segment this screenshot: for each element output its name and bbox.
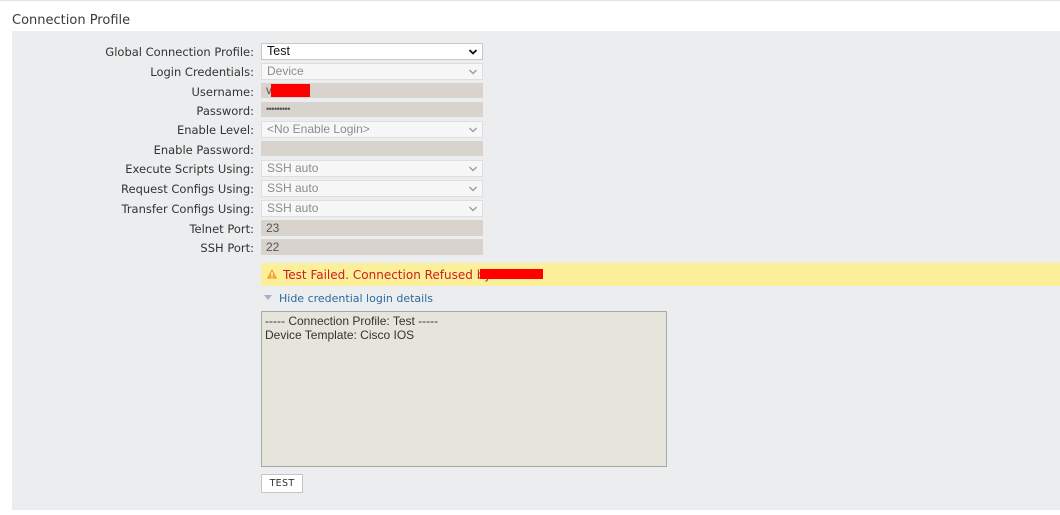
- chevron-down-icon: [468, 166, 478, 172]
- top-divider: [0, 0, 1060, 1]
- transfer-configs-label: Transfer Configs Using:: [121, 202, 254, 216]
- chevron-down-icon: [468, 186, 478, 192]
- log-line: ----- Connection Profile: Test -----: [265, 314, 439, 328]
- ssh-port-value: 22: [266, 240, 280, 254]
- username-label: Username:: [191, 85, 255, 99]
- telnet-port-value: 23: [266, 221, 280, 235]
- execute-scripts-row: Execute Scripts Using: SSH auto: [12, 160, 1060, 178]
- password-field[interactable]: •••••••••: [261, 102, 483, 117]
- password-value: •••••••••: [266, 104, 290, 114]
- global-profile-select[interactable]: Test: [261, 43, 483, 60]
- execute-scripts-label: Execute Scripts Using:: [125, 162, 254, 176]
- request-configs-value: SSH auto: [267, 181, 319, 195]
- global-profile-row: Global Connection Profile: Test: [12, 43, 1060, 61]
- login-credentials-label: Login Credentials:: [150, 65, 254, 79]
- connection-profile-panel: Global Connection Profile: Test Login Cr…: [12, 31, 1060, 510]
- request-configs-select[interactable]: SSH auto: [261, 180, 483, 197]
- section-title: Connection Profile: [12, 13, 131, 28]
- test-button[interactable]: TEST: [261, 474, 303, 493]
- chevron-down-icon: [468, 49, 478, 55]
- hide-credential-details-link[interactable]: Hide credential login details: [264, 292, 433, 306]
- password-label: Password:: [196, 104, 254, 118]
- test-failed-alert: Test Failed. Connection Refused by: [261, 263, 1060, 286]
- alert-message: Test Failed. Connection Refused by: [283, 268, 492, 282]
- password-row: Password: •••••••••: [12, 102, 1060, 120]
- alert-redaction: [480, 269, 543, 279]
- execute-scripts-select[interactable]: SSH auto: [261, 160, 483, 177]
- enable-level-value: <No Enable Login>: [267, 122, 370, 136]
- login-credentials-row: Login Credentials: Device: [12, 63, 1060, 81]
- login-credentials-select[interactable]: Device: [261, 63, 483, 80]
- ssh-port-label: SSH Port:: [200, 241, 254, 255]
- chevron-down-icon: [468, 206, 478, 212]
- telnet-port-label: Telnet Port:: [189, 222, 254, 236]
- enable-password-label: Enable Password:: [153, 143, 254, 157]
- enable-password-row: Enable Password:: [12, 141, 1060, 159]
- transfer-configs-select[interactable]: SSH auto: [261, 200, 483, 217]
- log-line: Device Template: Cisco IOS: [265, 328, 415, 342]
- global-profile-value: Test: [267, 44, 290, 58]
- chevron-down-icon: [468, 127, 478, 133]
- global-profile-label: Global Connection Profile:: [105, 45, 254, 59]
- telnet-port-field[interactable]: 23: [261, 220, 483, 236]
- ssh-port-row: SSH Port: 22: [12, 239, 1060, 257]
- transfer-configs-row: Transfer Configs Using: SSH auto: [12, 200, 1060, 218]
- telnet-port-row: Telnet Port: 23: [12, 220, 1060, 238]
- execute-scripts-value: SSH auto: [267, 161, 319, 175]
- enable-level-label: Enable Level:: [176, 123, 254, 137]
- hide-credential-details-label: Hide credential login details: [279, 292, 433, 305]
- transfer-configs-value: SSH auto: [267, 201, 319, 215]
- enable-level-row: Enable Level: <No Enable Login>: [12, 121, 1060, 139]
- login-credentials-value: Device: [267, 64, 304, 78]
- collapse-triangle-icon: [264, 295, 272, 300]
- chevron-down-icon: [468, 69, 478, 75]
- enable-password-field[interactable]: [261, 141, 483, 156]
- request-configs-row: Request Configs Using: SSH auto: [12, 180, 1060, 198]
- username-row: Username: v: [12, 83, 1060, 101]
- ssh-port-field[interactable]: 22: [261, 239, 483, 255]
- enable-level-select[interactable]: <No Enable Login>: [261, 121, 483, 138]
- connection-log-output[interactable]: ----- Connection Profile: Test ----- Dev…: [261, 311, 667, 467]
- username-redaction: [271, 84, 310, 97]
- request-configs-label: Request Configs Using:: [121, 182, 254, 196]
- warning-icon: [266, 269, 278, 279]
